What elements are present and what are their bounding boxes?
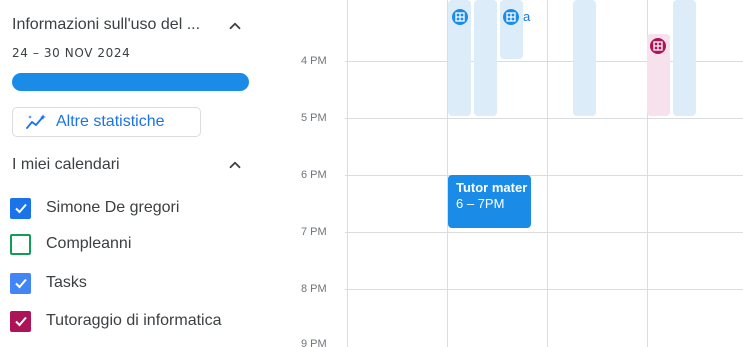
hour-label: 7 PM <box>301 226 327 238</box>
task-block[interactable] <box>474 0 497 116</box>
calendar-checkbox-checked-icon[interactable] <box>10 310 31 332</box>
event-title: Tutor mater <box>456 180 528 195</box>
calendar-item-label: Simone De gregori <box>46 199 180 216</box>
hour-label: 9 PM <box>301 338 327 347</box>
insights-progress-bar <box>12 73 249 91</box>
calendar-checkbox-unchecked-icon[interactable] <box>10 233 31 255</box>
calendar-item-tasks[interactable]: Tasks <box>10 271 87 295</box>
sidebar: Informazioni sull'uso del ... 24 – 30 NO… <box>0 0 270 347</box>
insights-title: Informazioni sull'uso del ... <box>12 16 201 33</box>
my-calendars-title: I miei calendari <box>12 156 120 173</box>
day-column-divider <box>347 0 348 347</box>
task-block[interactable] <box>573 0 596 116</box>
calendar-item-label: Tasks <box>46 274 87 291</box>
task-block[interactable] <box>673 0 696 116</box>
hour-line <box>345 175 743 176</box>
hour-label: 4 PM <box>301 55 327 67</box>
calendar-item-label: Tutoraggio di informatica <box>46 312 222 329</box>
calendar-item-compleanni[interactable]: Compleanni <box>10 232 131 256</box>
calendar-item-simone[interactable]: Simone De gregori <box>10 196 179 220</box>
hour-label: 8 PM <box>301 283 327 295</box>
hour-line <box>345 118 743 119</box>
grid-icon[interactable] <box>650 38 666 54</box>
hour-line <box>345 232 743 233</box>
hour-label: 5 PM <box>301 112 327 124</box>
task-title-truncated: a <box>523 9 531 24</box>
hour-line <box>345 289 743 290</box>
more-stats-label: Altre statistiche <box>56 113 165 130</box>
my-calendars-collapse-chevron-up-icon[interactable] <box>226 156 244 174</box>
insights-collapse-chevron-up-icon[interactable] <box>226 17 244 35</box>
calendar-item-tutoraggio[interactable]: Tutoraggio di informatica <box>10 309 222 333</box>
grid-icon[interactable] <box>452 9 468 25</box>
sparkle-chart-icon <box>25 113 47 131</box>
day-column-divider <box>547 0 548 347</box>
calendar-checkbox-checked-icon[interactable] <box>10 197 31 219</box>
event-tutor[interactable]: Tutor mater 6 – 7PM <box>448 175 531 228</box>
hour-label: 6 PM <box>301 169 327 181</box>
week-grid[interactable]: 4 PM 5 PM 6 PM 7 PM 8 PM 9 PM a Tutor ma… <box>270 0 743 347</box>
event-time: 6 – 7PM <box>456 196 505 211</box>
calendar-checkbox-checked-icon[interactable] <box>10 272 31 294</box>
more-stats-button[interactable]: Altre statistiche <box>12 107 201 137</box>
insights-date-range: 24 – 30 NOV 2024 <box>12 46 131 60</box>
grid-icon[interactable] <box>503 9 519 25</box>
calendar-item-label: Compleanni <box>46 235 132 252</box>
